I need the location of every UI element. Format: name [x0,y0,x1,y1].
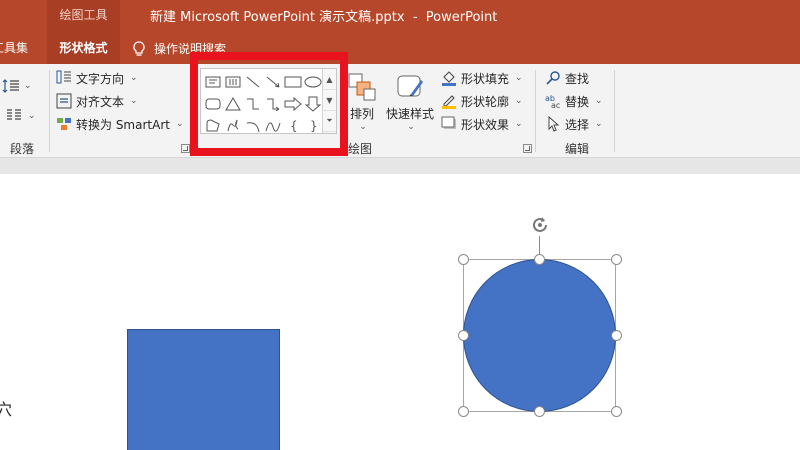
lightbulb-icon [132,41,146,57]
align-text-icon [56,93,72,109]
chevron-down-icon: ⌄ [595,119,603,129]
replace-icon: ab ac [545,93,561,110]
chevron-down-icon: ⌄ [130,96,138,106]
chevron-down-icon: ⌄ [175,119,184,129]
cursor-arrow-icon [545,115,561,132]
quick-styles-label: 快速样式 [386,107,435,121]
arrange-label: 排列 [349,107,374,121]
chevron-down-icon: ⌄ [130,73,138,83]
arrange-button[interactable]: 排列 ⌄ [347,72,377,132]
resize-handle-top[interactable] [534,254,545,265]
columns-icon [6,108,22,124]
shape-effects-button[interactable]: 形状效果 ⌄ [441,114,523,134]
circle-shape[interactable] [463,259,616,412]
slide-canvas[interactable] [0,174,800,450]
paragraph-group-label: 段落 [10,142,35,156]
chevron-down-icon: ⌄ [515,119,523,129]
group-separator [49,70,50,152]
line-spacing-button[interactable]: ⌄ [2,76,32,96]
pen-outline-icon [441,93,457,109]
align-text-label: 对齐文本 [76,94,125,109]
ribbon: ⌄ ⌄ 段落 文字方向 ⌄ 对齐文本 ⌄ 转换为 SmartArt ⌄ {} … [0,64,800,158]
chevron-down-icon: ⌄ [515,96,523,106]
align-text-button[interactable]: 对齐文本 ⌄ [56,91,138,111]
arrange-icon [347,72,377,105]
text-direction-button[interactable]: 文字方向 ⌄ [56,68,138,88]
select-button[interactable]: 选择 ⌄ [545,114,603,134]
group-separator [535,70,536,152]
convert-smartart-button[interactable]: 转换为 SmartArt ⌄ [56,114,184,134]
highlight-annotation-box [190,52,348,156]
smartart-icon [56,116,72,132]
paint-bucket-icon [441,70,457,86]
shape-outline-button[interactable]: 形状轮廓 ⌄ [441,91,523,111]
rotate-handle-icon[interactable] [529,214,551,236]
chevron-down-icon: ⌄ [407,122,415,132]
drawing-group-label: 绘图 [348,142,373,156]
shape-effects-icon [441,116,457,132]
resize-handle-top-right[interactable] [611,254,622,265]
paragraph-dialog-launcher[interactable] [181,144,190,153]
find-button[interactable]: 查找 [545,68,589,88]
shape-fill-label: 形状填充 [461,71,510,86]
resize-handle-right[interactable] [611,330,622,341]
title-bar: 绘图工具 新建 Microsoft PowerPoint 演示文稿.pptx -… [0,0,800,64]
window-title: 新建 Microsoft PowerPoint 演示文稿.pptx - Powe… [150,10,498,25]
quick-styles-button[interactable]: 快速样式 ⌄ [386,72,434,132]
select-label: 选择 [565,117,590,132]
shape-outline-label: 形状轮廓 [461,94,510,109]
chevron-down-icon: ⌄ [24,81,32,91]
columns-button[interactable]: ⌄ [6,106,36,126]
line-spacing-icon [2,78,19,94]
resize-handle-top-left[interactable] [458,254,469,265]
tab-toolset[interactable]: 工具集 [0,38,28,60]
replace-label: 替换 [565,94,590,109]
shape-effects-label: 形状效果 [461,117,510,132]
chevron-down-icon: ⌄ [28,111,36,121]
quick-styles-icon [395,72,425,105]
editing-group-label: 编辑 [565,142,590,156]
drawing-dialog-launcher[interactable] [523,144,532,153]
resize-handle-bottom[interactable] [534,406,545,417]
resize-handle-bottom-right[interactable] [611,406,622,417]
text-direction-label: 文字方向 [76,71,125,86]
resize-handle-bottom-left[interactable] [458,406,469,417]
svg-text:ac: ac [551,101,560,109]
shape-fill-button[interactable]: 形状填充 ⌄ [441,68,523,88]
replace-button[interactable]: ab ac 替换 ⌄ [545,91,603,111]
search-icon [545,70,561,86]
ribbon-bottom-band [0,158,800,174]
chevron-down-icon: ⌄ [595,96,603,106]
resize-handle-left[interactable] [458,330,469,341]
group-separator [614,70,615,152]
text-direction-icon [56,70,72,86]
convert-smartart-label: 转换为 SmartArt [76,117,170,132]
context-group-label: 绘图工具 [59,8,108,22]
find-label: 查找 [565,71,590,86]
slide-edge-text: 穴 [0,400,13,419]
tab-shape-format[interactable]: 形状格式 [47,38,120,60]
chevron-down-icon: ⌄ [515,73,523,83]
rectangle-shape[interactable] [127,329,280,450]
chevron-down-icon: ⌄ [359,122,367,132]
